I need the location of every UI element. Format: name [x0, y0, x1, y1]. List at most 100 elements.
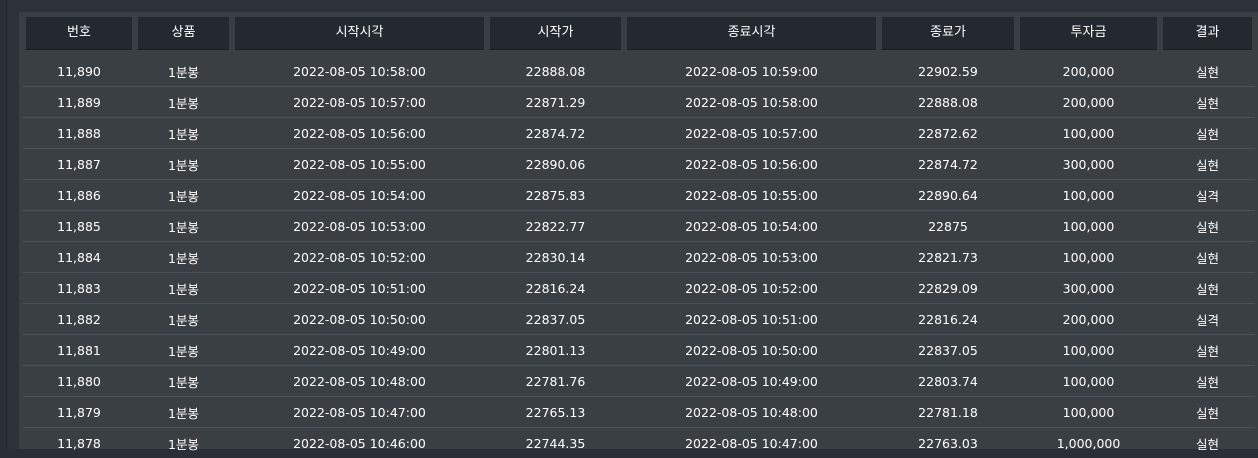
cell-start-price: 22781.76 — [487, 365, 624, 396]
header-result: 결과 — [1160, 17, 1255, 50]
cell-number: 11,880 — [23, 365, 135, 396]
cell-number: 11,887 — [23, 148, 135, 179]
cell-start-price: 22890.06 — [487, 148, 624, 179]
cell-product: 1분봉 — [135, 210, 232, 241]
table-row[interactable]: 11,884 1분봉 2022-08-05 10:52:00 22830.14 2022… — [23, 241, 1255, 272]
cell-result: 실현 — [1160, 334, 1255, 365]
cell-end-time: 2022-08-05 10:57:00 — [624, 117, 879, 148]
table-body: 11,890 1분봉 2022-08-05 10:58:00 22888.08 2022… — [23, 56, 1255, 458]
cell-number: 11,878 — [23, 427, 135, 458]
table-row[interactable]: 11,885 1분봉 2022-08-05 10:53:00 22822.77 2022… — [23, 210, 1255, 241]
table-row[interactable]: 11,882 1분봉 2022-08-05 10:50:00 22837.05 2022… — [23, 303, 1255, 334]
cell-investment: 200,000 — [1017, 303, 1160, 334]
cell-result: 실현 — [1160, 427, 1255, 458]
cell-investment: 1,000,000 — [1017, 427, 1160, 458]
cell-investment: 100,000 — [1017, 396, 1160, 427]
cell-end-price: 22890.64 — [879, 179, 1017, 210]
cell-end-time: 2022-08-05 10:52:00 — [624, 272, 879, 303]
cell-start-time: 2022-08-05 10:51:00 — [232, 272, 487, 303]
cell-end-time: 2022-08-05 10:58:00 — [624, 86, 879, 117]
cell-end-time: 2022-08-05 10:56:00 — [624, 148, 879, 179]
cell-start-time: 2022-08-05 10:52:00 — [232, 241, 487, 272]
table-row[interactable]: 11,883 1분봉 2022-08-05 10:51:00 22816.24 2022… — [23, 272, 1255, 303]
cell-start-time: 2022-08-05 10:46:00 — [232, 427, 487, 458]
cell-investment: 300,000 — [1017, 148, 1160, 179]
table-row[interactable]: 11,888 1분봉 2022-08-05 10:56:00 22874.72 2022… — [23, 117, 1255, 148]
cell-end-time: 2022-08-05 10:59:00 — [685, 63, 818, 79]
trade-history-table: 번호 상품 시작시각 시작가 종료시각 종료가 투자금 결과 11,890 1분봉… — [23, 17, 1255, 458]
cell-product: 1분봉 — [135, 396, 232, 427]
cell-number: 11,883 — [23, 272, 135, 303]
cell-start-time: 2022-08-05 10:53:00 — [232, 210, 487, 241]
cell-product: 1분봉 — [135, 148, 232, 179]
cell-result: 실현 — [1160, 210, 1255, 241]
cell-number: 11,879 — [23, 396, 135, 427]
cell-end-time: 2022-08-05 10:54:00 — [624, 210, 879, 241]
cell-start-time: 2022-08-05 10:55:00 — [232, 148, 487, 179]
cell-end-price: 22875 — [879, 210, 1017, 241]
table-row[interactable]: 11,878 1분봉 2022-08-05 10:46:00 22744.35 2022… — [23, 427, 1255, 458]
cell-investment: 100,000 — [1017, 117, 1160, 148]
cell-investment: 100,000 — [1017, 334, 1160, 365]
cell-investment: 100,000 — [1017, 179, 1160, 210]
cell-investment: 100,000 — [1017, 241, 1160, 272]
table-row[interactable]: 11,881 1분봉 2022-08-05 10:49:00 22801.13 2022… — [23, 334, 1255, 365]
cell-start-time: 2022-08-05 10:50:00 — [232, 303, 487, 334]
cell-start-price: 22888.08 — [525, 63, 586, 79]
cell-start-time: 2022-08-05 10:57:00 — [232, 86, 487, 117]
cell-result: 실현 — [1160, 272, 1255, 303]
cell-product: 1분봉 — [135, 427, 232, 458]
cell-end-price: 22803.74 — [879, 365, 1017, 396]
cell-result: 실현 — [1160, 365, 1255, 396]
table-row[interactable]: 11,889 1분봉 2022-08-05 10:57:00 22871.29 2022… — [23, 86, 1255, 117]
cell-result: 실현 — [1160, 86, 1255, 117]
cell-end-time: 2022-08-05 10:47:00 — [624, 427, 879, 458]
table-row[interactable]: 11,879 1분봉 2022-08-05 10:47:00 22765.13 2022… — [23, 396, 1255, 427]
cell-end-price: 22837.05 — [879, 334, 1017, 365]
history-panel: 번호 상품 시작시각 시작가 종료시각 종료가 투자금 결과 11,890 1분봉… — [19, 12, 1258, 452]
cell-end-price: 22816.24 — [879, 303, 1017, 334]
cell-result: 실현 — [1195, 64, 1219, 80]
header-end-time: 종료시각 — [624, 17, 879, 50]
cell-start-price: 22816.24 — [487, 272, 624, 303]
cell-start-price: 22875.83 — [487, 179, 624, 210]
page-frame: 번호 상품 시작시각 시작가 종료시각 종료가 투자금 결과 11,890 1분봉… — [6, 0, 1258, 452]
table-row[interactable]: 11,880 1분봉 2022-08-05 10:48:00 22781.76 2022… — [23, 365, 1255, 396]
table-row[interactable]: 11,890 1분봉 2022-08-05 10:58:00 22888.08 2022… — [23, 56, 1255, 86]
cell-end-price: 22872.62 — [879, 117, 1017, 148]
header-number: 번호 — [23, 17, 135, 50]
cell-end-time: 2022-08-05 10:55:00 — [624, 179, 879, 210]
cell-start-price: 22871.29 — [487, 86, 624, 117]
cell-investment: 300,000 — [1017, 272, 1160, 303]
cell-number: 11,881 — [23, 334, 135, 365]
cell-end-price: 22902.59 — [918, 63, 978, 79]
cell-start-price: 22765.13 — [487, 396, 624, 427]
cell-end-price: 22763.03 — [879, 427, 1017, 458]
cell-result: 실현 — [1160, 241, 1255, 272]
cell-investment: 200,000 — [1062, 63, 1115, 79]
cell-start-time: 2022-08-05 10:58:00 — [293, 63, 426, 79]
cell-end-price: 22781.18 — [879, 396, 1017, 427]
cell-number: 11,882 — [23, 303, 135, 334]
cell-product: 1분봉 — [135, 365, 232, 396]
cell-number: 11,889 — [23, 86, 135, 117]
cell-product: 1분봉 — [135, 179, 232, 210]
cell-start-price: 22830.14 — [487, 241, 624, 272]
cell-product: 1분봉 — [168, 64, 199, 80]
table-row[interactable]: 11,887 1분봉 2022-08-05 10:55:00 22890.06 2022… — [23, 148, 1255, 179]
cell-end-price: 22888.08 — [879, 86, 1017, 117]
cell-number: 11,884 — [23, 241, 135, 272]
cell-end-time: 2022-08-05 10:53:00 — [624, 241, 879, 272]
cell-investment: 100,000 — [1017, 365, 1160, 396]
cell-result: 실격 — [1160, 303, 1255, 334]
table-row[interactable]: 11,886 1분봉 2022-08-05 10:54:00 22875.83 2022… — [23, 179, 1255, 210]
cell-start-time: 2022-08-05 10:54:00 — [232, 179, 487, 210]
cell-end-time: 2022-08-05 10:48:00 — [624, 396, 879, 427]
cell-number: 11,888 — [23, 117, 135, 148]
cell-number: 11,886 — [23, 179, 135, 210]
cell-end-time: 2022-08-05 10:51:00 — [624, 303, 879, 334]
header-end-price: 종료가 — [879, 17, 1017, 50]
cell-start-price: 22837.05 — [487, 303, 624, 334]
cell-product: 1분봉 — [135, 241, 232, 272]
cell-number: 11,885 — [23, 210, 135, 241]
